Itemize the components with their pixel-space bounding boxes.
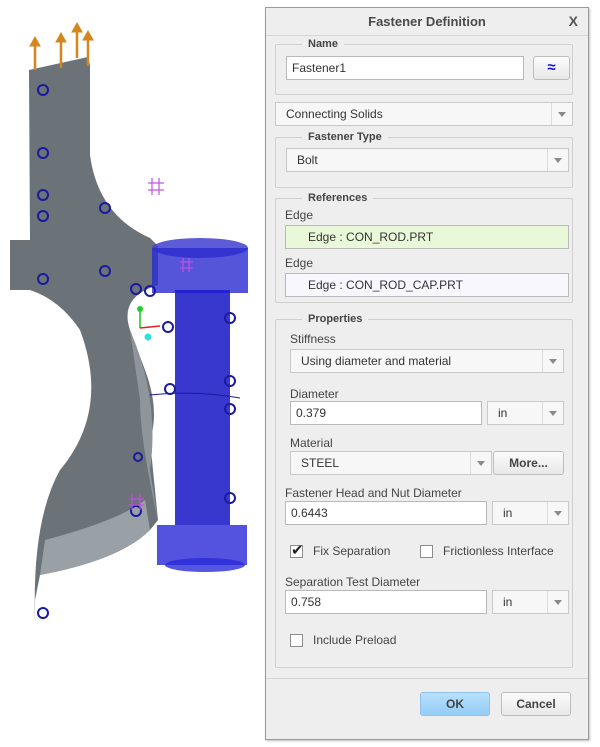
diameter-unit-select[interactable]: in	[487, 401, 564, 425]
fastener-type-legend: Fastener Type	[308, 131, 382, 143]
chevron-down-icon	[547, 502, 568, 524]
diameter-unit-value: in	[498, 406, 508, 420]
head-nut-diameter-label: Fastener Head and Nut Diameter	[285, 486, 462, 500]
dialog-titlebar[interactable]: Fastener Definition X	[266, 8, 588, 36]
name-legend: Name	[308, 38, 338, 50]
connection-type-value: Connecting Solids	[286, 107, 383, 121]
material-label: Material	[290, 436, 333, 450]
bolt-nut-bottom	[165, 558, 245, 572]
fastener-type-select[interactable]: Bolt	[286, 148, 569, 172]
reference-1-label: Edge	[285, 208, 314, 222]
bolt-head	[152, 248, 248, 293]
chevron-down-icon	[542, 350, 563, 372]
fix-separation-label: Fix Separation	[313, 544, 391, 558]
fastener-type-value: Bolt	[297, 153, 318, 167]
material-value: STEEL	[301, 456, 340, 470]
connection-type-select[interactable]: Connecting Solids	[275, 102, 573, 126]
bolt-shank	[175, 290, 230, 525]
separation-test-diameter-unit-select[interactable]: in	[492, 590, 569, 614]
cancel-button[interactable]: Cancel	[501, 692, 571, 716]
chevron-down-icon	[547, 591, 568, 613]
separation-test-diameter-unit-value: in	[503, 595, 513, 609]
stiffness-value: Using diameter and material	[301, 354, 452, 368]
model-graphics	[10, 21, 248, 620]
fastener-definition-dialog: Fastener Definition X Name Fastener1 ≈ C…	[265, 7, 589, 740]
more-materials-button[interactable]: More...	[493, 451, 564, 475]
references-legend: References	[308, 192, 368, 204]
select-geometry-button[interactable]: ≈	[533, 56, 570, 80]
chevron-down-icon	[542, 402, 563, 424]
reference-1-collector[interactable]: Edge : CON_ROD.PRT	[285, 225, 569, 249]
head-nut-diameter-input[interactable]: 0.6443	[285, 501, 487, 525]
frictionless-interface-label: Frictionless Interface	[443, 544, 554, 558]
model-viewport[interactable]	[0, 0, 262, 747]
properties-legend: Properties	[308, 313, 363, 325]
head-nut-diameter-unit-value: in	[503, 506, 513, 520]
select-geometry-icon: ≈	[547, 59, 556, 76]
separation-test-diameter-input[interactable]: 0.758	[285, 590, 487, 614]
frictionless-interface-checkbox[interactable]	[420, 545, 433, 558]
name-input[interactable]: Fastener1	[286, 56, 524, 80]
diameter-input[interactable]: 0.379	[290, 401, 482, 425]
chevron-down-icon	[551, 103, 572, 125]
reference-2-label: Edge	[285, 256, 314, 270]
include-preload-label: Include Preload	[313, 633, 397, 647]
coordinate-system-icon	[137, 306, 161, 341]
separation-test-diameter-label: Separation Test Diameter	[285, 575, 421, 589]
close-icon[interactable]: X	[569, 13, 578, 29]
fix-separation-checkbox[interactable]	[290, 541, 304, 559]
include-preload-checkbox[interactable]	[290, 634, 303, 647]
dialog-title: Fastener Definition	[368, 14, 486, 29]
head-nut-diameter-unit-select[interactable]: in	[492, 501, 569, 525]
chevron-down-icon	[470, 452, 491, 474]
material-select[interactable]: STEEL	[290, 451, 492, 475]
reference-2-collector[interactable]: Edge : CON_ROD_CAP.PRT	[285, 273, 569, 297]
stiffness-select[interactable]: Using diameter and material	[290, 349, 564, 373]
diameter-label: Diameter	[290, 387, 339, 401]
stiffness-label: Stiffness	[290, 332, 336, 346]
ok-button[interactable]: OK	[420, 692, 490, 716]
chevron-down-icon	[547, 149, 568, 171]
footer-divider	[266, 678, 588, 679]
